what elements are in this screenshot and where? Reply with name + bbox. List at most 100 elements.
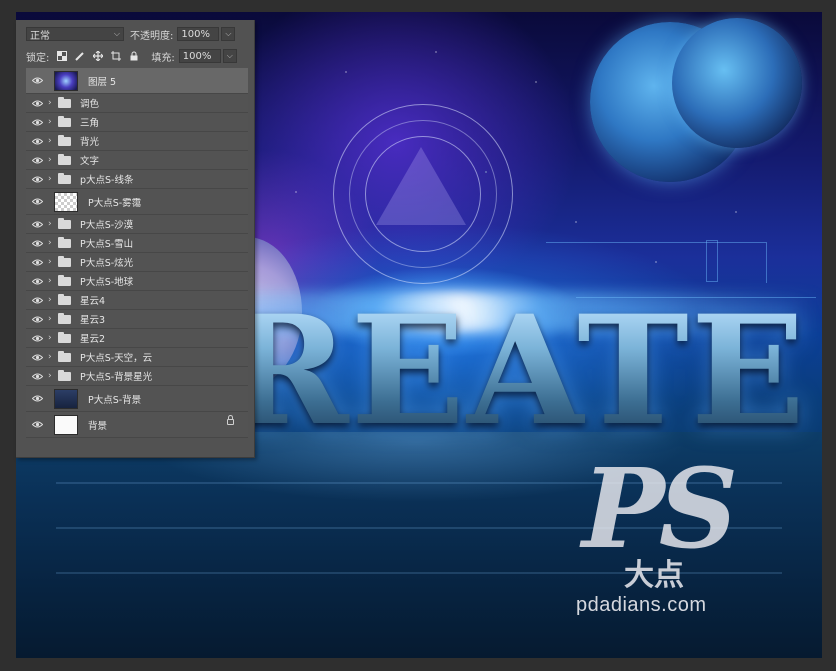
layers-panel: 正常 ⌵ 不透明度: 100% ⌵ 锁定: 填充: 100% ⌵ 图层 5 › … — [16, 20, 255, 458]
chevron-right-icon[interactable]: › — [48, 314, 58, 324]
layer-name: 三角 — [80, 118, 100, 129]
chevron-right-icon[interactable]: › — [48, 98, 58, 108]
folder-icon — [58, 331, 71, 343]
opacity-label: 不透明度: — [130, 30, 174, 42]
visibility-eye-icon[interactable] — [26, 395, 48, 402]
hud-bar — [706, 240, 718, 282]
visibility-eye-icon[interactable] — [26, 373, 48, 380]
layer-name: 星云3 — [80, 315, 106, 326]
lock-position-icon[interactable] — [92, 50, 104, 62]
lock-artboard-icon[interactable] — [110, 50, 122, 62]
layer-row[interactable]: › 文字 — [26, 151, 248, 170]
layer-row[interactable]: › P大点S-地球 — [26, 272, 248, 291]
lock-transparent-pixels-icon[interactable] — [56, 50, 68, 62]
layer-row[interactable]: › 调色 — [26, 94, 248, 113]
chevron-right-icon[interactable]: › — [48, 295, 58, 305]
layer-row[interactable]: › P大点S-背景星光 — [26, 367, 248, 386]
chevron-right-icon[interactable]: › — [48, 371, 58, 381]
layer-row[interactable]: 图层 5 — [26, 68, 248, 94]
chevron-right-icon[interactable]: › — [48, 238, 58, 248]
visibility-eye-icon[interactable] — [26, 240, 48, 247]
chevron-down-icon: ⌵ — [226, 51, 233, 60]
fill-input[interactable]: 100% — [178, 49, 221, 63]
visibility-eye-icon[interactable] — [26, 316, 48, 323]
folder-icon — [58, 293, 71, 305]
folder-icon — [58, 312, 71, 324]
visibility-eye-icon[interactable] — [26, 138, 48, 145]
folder-icon — [58, 350, 71, 362]
visibility-eye-icon[interactable] — [26, 198, 48, 205]
chevron-right-icon[interactable]: › — [48, 174, 58, 184]
lock-all-icon[interactable] — [128, 50, 140, 62]
opacity-value: 100% — [181, 28, 210, 40]
visibility-eye-icon[interactable] — [26, 176, 48, 183]
layer-name: P大点S-雪山 — [80, 239, 134, 250]
layer-name: P大点S-炫光 — [80, 258, 134, 269]
folder-icon — [58, 134, 71, 146]
visibility-eye-icon[interactable] — [26, 335, 48, 342]
layer-name: 图层 5 — [88, 76, 117, 88]
layer-row[interactable]: › P大点S-炫光 — [26, 253, 248, 272]
watermark-url: pdadians.com — [576, 594, 707, 616]
planet-right — [672, 18, 802, 148]
folder-icon — [58, 236, 71, 248]
chevron-right-icon[interactable]: › — [48, 136, 58, 146]
lock-fill-row: 锁定: 填充: 100% ⌵ — [16, 47, 254, 65]
folder-icon — [58, 255, 71, 267]
layer-row[interactable]: › 星云3 — [26, 310, 248, 329]
layer-row[interactable]: 背景 — [26, 412, 248, 438]
visibility-eye-icon[interactable] — [26, 157, 48, 164]
visibility-eye-icon[interactable] — [26, 354, 48, 361]
layer-thumbnail[interactable] — [54, 388, 78, 409]
folder-icon — [58, 172, 71, 184]
visibility-eye-icon[interactable] — [26, 421, 48, 428]
layer-row[interactable]: › 三角 — [26, 113, 248, 132]
chevron-right-icon[interactable]: › — [48, 333, 58, 343]
chevron-right-icon[interactable]: › — [48, 219, 58, 229]
opacity-input[interactable]: 100% — [177, 27, 220, 41]
lock-image-pixels-icon[interactable] — [74, 50, 86, 62]
layer-row[interactable]: › P大点S-沙漠 — [26, 215, 248, 234]
visibility-eye-icon[interactable] — [26, 100, 48, 107]
layer-row[interactable]: › p大点S-线条 — [26, 170, 248, 189]
headline-text: REATE — [224, 283, 808, 459]
folder-icon — [58, 369, 71, 381]
layer-thumbnail[interactable] — [54, 70, 78, 91]
chevron-right-icon[interactable]: › — [48, 257, 58, 267]
folder-icon — [58, 274, 71, 286]
layer-thumbnail[interactable] — [54, 191, 78, 212]
chevron-right-icon[interactable]: › — [48, 352, 58, 362]
layer-name: P大点S-沙漠 — [80, 220, 134, 231]
watermark-ps: PS — [582, 444, 738, 573]
layer-row[interactable]: › P大点S-雪山 — [26, 234, 248, 253]
layer-name: 背光 — [80, 137, 100, 148]
folder-icon — [58, 115, 71, 127]
layer-row[interactable]: › 星云4 — [26, 291, 248, 310]
lock-label: 锁定: — [26, 52, 50, 64]
folder-icon — [58, 153, 71, 165]
layer-name: 星云4 — [80, 296, 106, 307]
layer-row[interactable]: P大点S-背景 — [26, 386, 248, 412]
visibility-eye-icon[interactable] — [26, 77, 48, 84]
visibility-eye-icon[interactable] — [26, 278, 48, 285]
visibility-eye-icon[interactable] — [26, 259, 48, 266]
layer-row[interactable]: › 背光 — [26, 132, 248, 151]
layer-row[interactable]: P大点S-雾霭 — [26, 189, 248, 215]
layer-name: 背景 — [88, 420, 108, 432]
watermark-cn: 大点 — [624, 558, 684, 593]
chevron-right-icon[interactable]: › — [48, 117, 58, 127]
fill-dropdown[interactable]: ⌵ — [222, 49, 237, 63]
lock-icon — [227, 415, 234, 425]
blend-mode-select[interactable]: 正常 ⌵ — [26, 27, 124, 42]
visibility-eye-icon[interactable] — [26, 221, 48, 228]
layer-name: P大点S-天空，云 — [80, 353, 153, 364]
chevron-right-icon[interactable]: › — [48, 276, 58, 286]
layer-row[interactable]: › 星云2 — [26, 329, 248, 348]
visibility-eye-icon[interactable] — [26, 119, 48, 126]
fill-label: 填充: — [151, 52, 175, 64]
layer-row[interactable]: › P大点S-天空，云 — [26, 348, 248, 367]
opacity-dropdown[interactable]: ⌵ — [221, 27, 236, 41]
visibility-eye-icon[interactable] — [26, 297, 48, 304]
chevron-right-icon[interactable]: › — [48, 155, 58, 165]
layer-thumbnail[interactable] — [54, 414, 78, 435]
